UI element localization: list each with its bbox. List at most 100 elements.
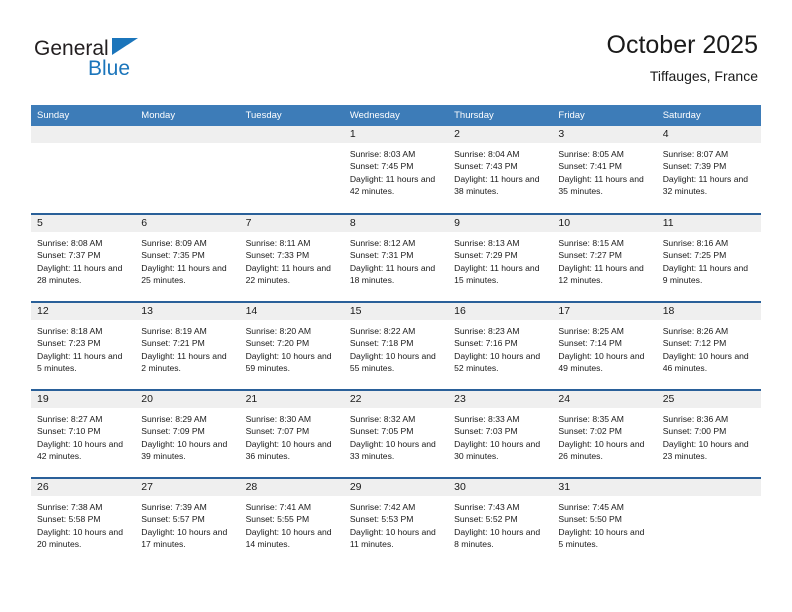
day-number: 3 <box>552 126 657 143</box>
calendar-day-cell[interactable]: 29 Sunrise: 7:42 AM Sunset: 5:53 PM Dayligh… <box>343 477 449 566</box>
day-number: 1 <box>343 126 449 143</box>
weekday-header-sunday: Sunday <box>31 105 136 126</box>
sunrise-text: Sunrise: 8:11 AM <box>245 238 311 248</box>
calendar-day-cell[interactable]: 8 Sunrise: 8:12 AM Sunset: 7:31 PM Daylight… <box>343 213 449 302</box>
day-number: 26 <box>31 479 136 496</box>
sunset-text: Sunset: 7:18 PM <box>349 338 414 349</box>
sunrise-text: Sunrise: 8:16 AM <box>662 238 729 248</box>
calendar-day-cell[interactable]: 23 Sunrise: 8:33 AM Sunset: 7:03 PM Dayligh… <box>448 389 553 478</box>
calendar-day-cell[interactable]: 10 Sunrise: 8:15 AM Sunset: 7:27 PM Dayligh… <box>552 213 657 302</box>
calendar-day-cell[interactable]: 14 Sunrise: 8:20 AM Sunset: 7:20 PM Dayligh… <box>239 301 344 390</box>
calendar-day-cell[interactable]: 30 Sunrise: 7:43 AM Sunset: 5:52 PM Dayligh… <box>448 477 553 566</box>
sunset-text: Sunset: 5:52 PM <box>454 514 518 525</box>
calendar-day-cell[interactable]: 25 Sunrise: 8:36 AM Sunset: 7:00 PM Dayligh… <box>656 389 761 478</box>
sunset-text: Sunset: 7:39 PM <box>662 161 727 172</box>
sunrise-text: Sunrise: 7:41 AM <box>245 502 312 512</box>
day-number <box>31 126 136 143</box>
sunset-text: Sunset: 7:23 PM <box>37 338 101 349</box>
daylight-text: Daylight: 11 hours and 28 minutes. <box>37 262 123 286</box>
calendar-day-cell[interactable]: 26 Sunrise: 7:38 AM Sunset: 5:58 PM Dayligh… <box>31 477 136 566</box>
daylight-text: Daylight: 10 hours and 59 minutes. <box>245 350 332 374</box>
calendar-day-cell-empty <box>239 126 344 214</box>
calendar-head: Sunday Monday Tuesday Wednesday Thursday… <box>31 105 761 126</box>
calendar-day-cell[interactable]: 11 Sunrise: 8:16 AM Sunset: 7:25 PM Dayligh… <box>656 213 761 302</box>
day-details: Sunrise: 8:11 AM Sunset: 7:33 PM Daylight:… <box>240 232 344 287</box>
day-number: 11 <box>656 215 761 232</box>
sunset-text: Sunset: 5:50 PM <box>558 514 622 525</box>
calendar-day-cell[interactable]: 31 Sunrise: 7:45 AM Sunset: 5:50 PM Dayligh… <box>552 477 657 566</box>
daylight-text: Daylight: 10 hours and 39 minutes. <box>141 438 228 462</box>
calendar-day-cell[interactable]: 1 Sunrise: 8:03 AM Sunset: 7:45 PM Daylight… <box>343 126 449 214</box>
day-details: Sunrise: 8:07 AM Sunset: 7:39 PM Daylight:… <box>657 143 761 198</box>
sunset-text: Sunset: 7:45 PM <box>349 161 414 172</box>
sunrise-text: Sunrise: 8:19 AM <box>141 326 207 336</box>
day-number: 6 <box>135 215 240 232</box>
calendar-day-cell[interactable]: 22 Sunrise: 8:32 AM Sunset: 7:05 PM Dayligh… <box>343 389 449 478</box>
calendar-day-cell[interactable]: 3 Sunrise: 8:05 AM Sunset: 7:41 PM Daylight… <box>552 126 657 214</box>
calendar-day-cell[interactable]: 6 Sunrise: 8:09 AM Sunset: 7:35 PM Daylight… <box>135 213 240 302</box>
calendar-day-cell[interactable]: 28 Sunrise: 7:41 AM Sunset: 5:55 PM Dayligh… <box>239 477 344 566</box>
weekday-header-monday: Monday <box>135 105 240 126</box>
day-details: Sunrise: 8:19 AM Sunset: 7:21 PM Daylight:… <box>135 320 239 375</box>
brand-logo[interactable]: General Blue <box>34 30 234 90</box>
calendar-body: 1 Sunrise: 8:03 AM Sunset: 7:45 PM Daylight… <box>31 126 761 566</box>
sunrise-text: Sunrise: 8:23 AM <box>454 326 520 336</box>
weekday-header-thursday: Thursday <box>448 105 553 126</box>
sunrise-text: Sunrise: 8:27 AM <box>37 414 103 424</box>
day-details: Sunrise: 7:38 AM Sunset: 5:58 PM Daylight:… <box>31 496 135 551</box>
weekday-header-friday: Friday <box>552 105 657 126</box>
calendar-day-cell[interactable]: 15 Sunrise: 8:22 AM Sunset: 7:18 PM Dayligh… <box>343 301 449 390</box>
calendar-day-cell[interactable]: 7 Sunrise: 8:11 AM Sunset: 7:33 PM Daylight… <box>239 213 344 302</box>
sunset-text: Sunset: 7:02 PM <box>558 426 622 437</box>
day-number: 9 <box>448 215 553 232</box>
sunset-text: Sunset: 7:29 PM <box>454 250 518 261</box>
calendar-grid: Sunday Monday Tuesday Wednesday Thursday… <box>31 105 761 566</box>
calendar-day-cell[interactable]: 27 Sunrise: 7:39 AM Sunset: 5:57 PM Dayligh… <box>135 477 240 566</box>
calendar-day-cell[interactable]: 19 Sunrise: 8:27 AM Sunset: 7:10 PM Dayligh… <box>31 389 136 478</box>
calendar-day-cell[interactable]: 24 Sunrise: 8:35 AM Sunset: 7:02 PM Dayligh… <box>552 389 657 478</box>
day-details: Sunrise: 8:30 AM Sunset: 7:07 PM Daylight:… <box>240 408 344 463</box>
sunset-text: Sunset: 7:05 PM <box>349 426 414 437</box>
sunset-text: Sunset: 7:16 PM <box>454 338 518 349</box>
daylight-text: Daylight: 10 hours and 49 minutes. <box>558 350 645 374</box>
day-number <box>135 126 240 143</box>
sunrise-text: Sunrise: 8:35 AM <box>558 414 624 424</box>
day-number: 27 <box>135 479 240 496</box>
calendar-day-cell[interactable]: 5 Sunrise: 8:08 AM Sunset: 7:37 PM Daylight… <box>31 213 136 302</box>
calendar-day-cell[interactable]: 12 Sunrise: 8:18 AM Sunset: 7:23 PM Dayligh… <box>31 301 136 390</box>
calendar-day-cell[interactable]: 16 Sunrise: 8:23 AM Sunset: 7:16 PM Dayligh… <box>448 301 553 390</box>
sunrise-text: Sunrise: 7:39 AM <box>141 502 207 512</box>
sunset-text: Sunset: 5:57 PM <box>141 514 205 525</box>
calendar-day-cell[interactable]: 17 Sunrise: 8:25 AM Sunset: 7:14 PM Dayligh… <box>552 301 657 390</box>
calendar-day-cell[interactable]: 9 Sunrise: 8:13 AM Sunset: 7:29 PM Daylight… <box>448 213 553 302</box>
day-details: Sunrise: 8:13 AM Sunset: 7:29 PM Daylight:… <box>448 232 552 287</box>
sunrise-text: Sunrise: 8:32 AM <box>349 414 416 424</box>
title-block: October 2025 Tiffauges, France <box>607 30 759 86</box>
calendar-day-cell[interactable]: 13 Sunrise: 8:19 AM Sunset: 7:21 PM Dayligh… <box>135 301 240 390</box>
day-number: 5 <box>31 215 136 232</box>
day-details: Sunrise: 8:22 AM Sunset: 7:18 PM Daylight:… <box>344 320 448 375</box>
calendar-day-cell[interactable]: 18 Sunrise: 8:26 AM Sunset: 7:12 PM Dayligh… <box>656 301 761 390</box>
sunset-text: Sunset: 7:00 PM <box>662 426 727 437</box>
day-number: 16 <box>448 303 553 320</box>
daylight-text: Daylight: 10 hours and 23 minutes. <box>662 438 749 462</box>
daylight-text: Daylight: 11 hours and 25 minutes. <box>141 262 227 286</box>
daylight-text: Daylight: 11 hours and 18 minutes. <box>349 262 436 286</box>
calendar-day-cell[interactable]: 2 Sunrise: 8:04 AM Sunset: 7:43 PM Daylight… <box>448 126 553 214</box>
daylight-text: Daylight: 10 hours and 14 minutes. <box>245 526 332 550</box>
calendar-day-cell[interactable]: 4 Sunrise: 8:07 AM Sunset: 7:39 PM Daylight… <box>656 126 761 214</box>
sunset-text: Sunset: 5:53 PM <box>349 514 414 525</box>
day-number: 15 <box>343 303 449 320</box>
day-details: Sunrise: 8:04 AM Sunset: 7:43 PM Daylight:… <box>448 143 552 198</box>
daylight-text: Daylight: 10 hours and 17 minutes. <box>141 526 228 550</box>
day-details: Sunrise: 8:12 AM Sunset: 7:31 PM Daylight:… <box>344 232 448 287</box>
sunrise-text: Sunrise: 8:15 AM <box>558 238 624 248</box>
day-details: Sunrise: 7:43 AM Sunset: 5:52 PM Daylight:… <box>448 496 552 551</box>
sunrise-text: Sunrise: 8:18 AM <box>37 326 103 336</box>
calendar-day-cell[interactable]: 21 Sunrise: 8:30 AM Sunset: 7:07 PM Dayligh… <box>239 389 344 478</box>
brand-name-general: General <box>34 37 109 60</box>
sunset-text: Sunset: 7:43 PM <box>454 161 518 172</box>
weekday-header-tuesday: Tuesday <box>239 105 344 126</box>
sunrise-text: Sunrise: 7:45 AM <box>558 502 624 512</box>
calendar-day-cell[interactable]: 20 Sunrise: 8:29 AM Sunset: 7:09 PM Dayligh… <box>135 389 240 478</box>
